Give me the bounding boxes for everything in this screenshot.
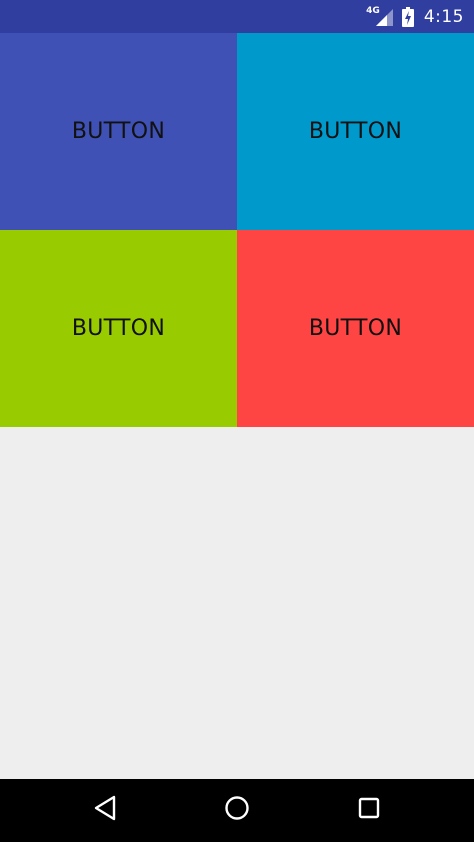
navigation-bar bbox=[0, 779, 474, 842]
button-top-left[interactable]: BUTTON bbox=[0, 33, 237, 230]
back-button[interactable] bbox=[75, 779, 135, 842]
button-bottom-right[interactable]: BUTTON bbox=[237, 230, 474, 427]
battery-charging-icon bbox=[401, 6, 414, 27]
button-bottom-left[interactable]: BUTTON bbox=[0, 230, 237, 427]
clock: 4:15 bbox=[423, 6, 464, 27]
status-icons: 4G 4:15 bbox=[366, 0, 464, 33]
button-grid: BUTTON BUTTON BUTTON BUTTON bbox=[0, 33, 474, 427]
back-icon bbox=[93, 795, 117, 826]
recents-icon bbox=[357, 796, 381, 825]
network-type-label: 4G bbox=[366, 5, 380, 16]
button-top-right[interactable]: BUTTON bbox=[237, 33, 474, 230]
home-button[interactable] bbox=[207, 779, 267, 842]
status-bar: 4G 4:15 bbox=[0, 0, 474, 33]
home-icon bbox=[224, 795, 250, 826]
recents-button[interactable] bbox=[339, 779, 399, 842]
